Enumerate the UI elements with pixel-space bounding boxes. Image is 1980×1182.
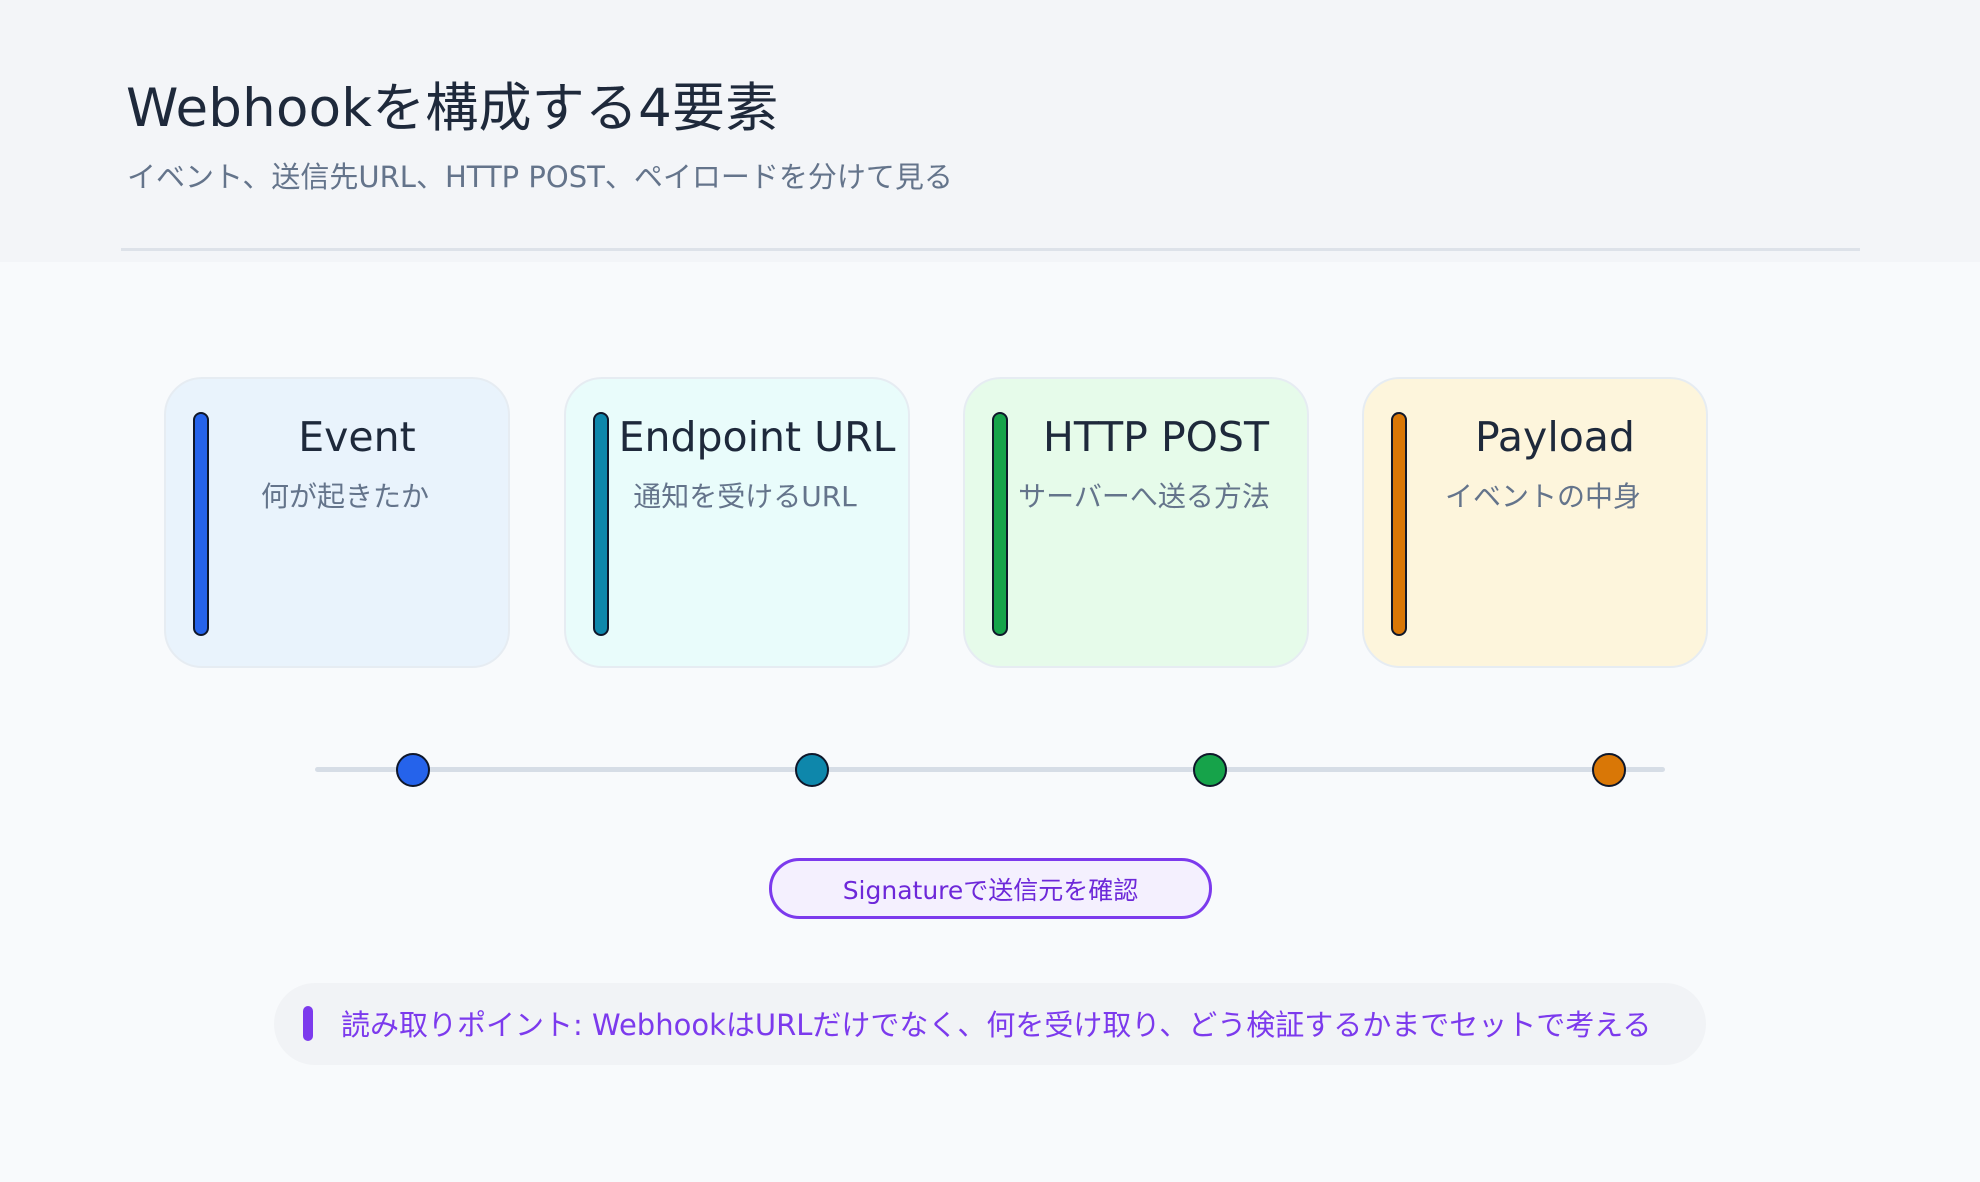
- component-card-endpoint-url: Endpoint URL 通知を受けるURL: [564, 377, 910, 668]
- card-title: Endpoint URL: [618, 413, 896, 461]
- component-card-payload: Payload イベントの中身: [1362, 377, 1708, 668]
- timeline-dot-event: [396, 753, 430, 787]
- component-card-http-post: HTTP POST サーバーへ送る方法: [963, 377, 1309, 668]
- page-title: Webhookを構成する4要素: [126, 78, 779, 139]
- card-title: Event: [298, 413, 416, 461]
- card-description: 通知を受けるURL: [633, 480, 857, 513]
- note-marker: [303, 1006, 313, 1041]
- diagram-canvas: Webhookを構成する4要素 イベント、送信先URL、HTTP POST、ペイ…: [0, 0, 1980, 1182]
- timeline-track: [315, 767, 1665, 772]
- page-subtitle: イベント、送信先URL、HTTP POST、ペイロードを分けて見る: [127, 160, 953, 194]
- timeline-dot-endpoint-url: [795, 753, 829, 787]
- reading-point-text: 読み取りポイント: WebhookはURLだけでなく、何を受け取り、どう検証する…: [341, 1008, 1652, 1042]
- card-description: 何が起きたか: [260, 480, 429, 513]
- signature-badge: Signatureで送信元を確認: [769, 858, 1212, 919]
- header-divider: [121, 248, 1860, 251]
- timeline-dot-payload: [1592, 753, 1626, 787]
- timeline-dot-http-post: [1193, 753, 1227, 787]
- card-description: サーバーへ送る方法: [1018, 480, 1270, 513]
- component-card-event: Event 何が起きたか: [164, 377, 510, 668]
- card-description: イベントの中身: [1444, 480, 1641, 513]
- card-title: Payload: [1475, 413, 1635, 461]
- card-title: HTTP POST: [1042, 413, 1270, 461]
